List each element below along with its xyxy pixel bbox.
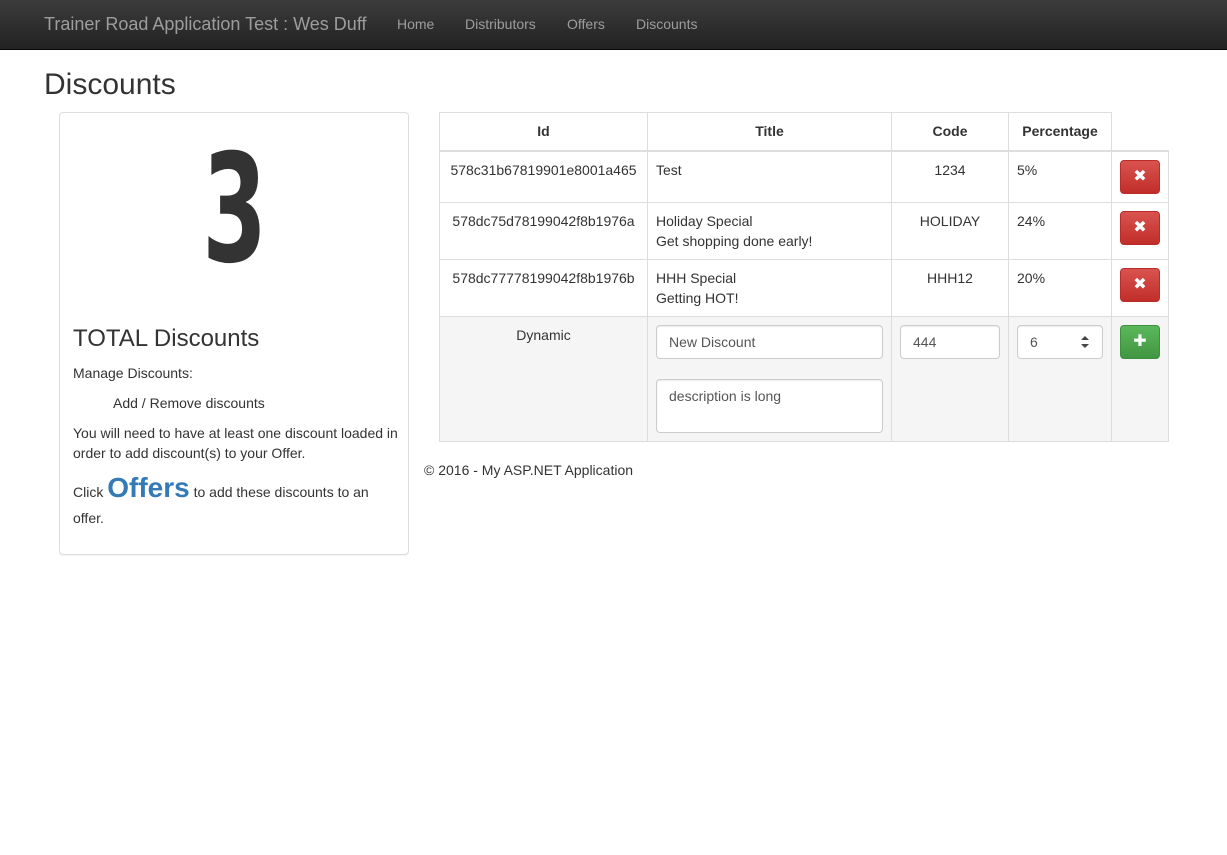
- nav-distributors[interactable]: Distributors: [465, 16, 536, 32]
- delete-button[interactable]: ✖: [1120, 159, 1160, 194]
- top-navbar: Trainer Road Application Test : Wes Duff…: [0, 0, 1227, 50]
- cell-title: Test: [647, 150, 892, 203]
- remove-icon: ✖: [1133, 167, 1147, 185]
- new-id-placeholder: Dynamic: [439, 315, 648, 442]
- new-discount-row: Dynamic New Discount description is long…: [439, 315, 1169, 442]
- cell-title: HHH Special Getting HOT!: [647, 258, 892, 317]
- cell-actions: ✖: [1111, 150, 1169, 203]
- nav-home[interactable]: Home: [397, 16, 434, 32]
- summary-note: You will need to have at least one disco…: [73, 425, 398, 461]
- percentage-value: 6: [1030, 333, 1038, 350]
- add-discount-button[interactable]: ✚: [1120, 324, 1160, 359]
- cell-percentage: 5%: [1008, 150, 1112, 203]
- cell-code: HOLIDAY: [891, 201, 1009, 260]
- add-remove-text: Add / Remove discounts: [113, 395, 265, 411]
- header-id: Id: [439, 112, 648, 152]
- cell-actions: ✖: [1111, 258, 1169, 317]
- discount-description: Get shopping done early!: [656, 232, 813, 249]
- new-code-cell: 444: [891, 315, 1009, 442]
- new-title-cell: New Discount description is long: [647, 315, 892, 442]
- plus-icon: ✚: [1133, 332, 1147, 350]
- percentage-input[interactable]: 6: [1017, 324, 1103, 359]
- summary-panel: 3 TOTAL Discounts Manage Discounts: Add …: [59, 112, 409, 555]
- discount-title: Holiday Special: [656, 212, 753, 229]
- header-actions: [1111, 112, 1169, 152]
- brand-link[interactable]: Trainer Road Application Test : Wes Duff: [44, 14, 367, 35]
- new-actions-cell: ✚: [1111, 315, 1169, 442]
- remove-icon: ✖: [1133, 275, 1147, 293]
- manage-label: Manage Discounts:: [73, 365, 193, 381]
- description-textarea[interactable]: description is long: [656, 378, 883, 433]
- discounts-table: Id Title Code Percentage 578c31b67819901…: [439, 112, 1169, 442]
- delete-button[interactable]: ✖: [1120, 267, 1160, 302]
- discount-count: 3: [202, 123, 267, 297]
- click-prefix: Click: [73, 484, 104, 500]
- header-percentage: Percentage: [1008, 112, 1112, 152]
- footer-text: © 2016 - My ASP.NET Application: [424, 462, 634, 478]
- table-header-row: Id Title Code Percentage: [439, 112, 1169, 152]
- cell-code: HHH12: [891, 258, 1009, 317]
- remove-icon: ✖: [1133, 218, 1147, 236]
- delete-button[interactable]: ✖: [1120, 210, 1160, 245]
- offers-instructions: Click Offers to add these discounts to a…: [73, 472, 398, 531]
- cell-title: Holiday Special Get shopping done early!: [647, 201, 892, 260]
- spinner-arrows-icon[interactable]: [1080, 335, 1090, 349]
- table-row: 578dc77778199042f8b1976b HHH Special Get…: [439, 258, 1169, 317]
- discount-title: Test: [656, 161, 682, 178]
- cell-id: 578dc75d78199042f8b1976a: [439, 201, 648, 260]
- cell-id: 578c31b67819901e8001a465: [439, 150, 648, 203]
- header-code: Code: [891, 112, 1009, 152]
- cell-id: 578dc77778199042f8b1976b: [439, 258, 648, 317]
- new-percentage-cell: 6: [1008, 315, 1112, 442]
- cell-code: 1234: [891, 150, 1009, 203]
- offers-link[interactable]: Offers: [107, 472, 189, 503]
- code-input[interactable]: 444: [900, 324, 1000, 359]
- cell-percentage: 20%: [1008, 258, 1112, 317]
- discount-title: HHH Special: [656, 269, 737, 286]
- cell-actions: ✖: [1111, 201, 1169, 260]
- nav-discounts[interactable]: Discounts: [636, 16, 697, 32]
- table-row: 578c31b67819901e8001a465 Test 1234 5% ✖: [439, 150, 1169, 203]
- summary-title: TOTAL Discounts: [73, 325, 260, 352]
- page-title: Discounts: [44, 68, 176, 101]
- nav-offers[interactable]: Offers: [567, 16, 605, 32]
- header-title: Title: [647, 112, 892, 152]
- cell-percentage: 24%: [1008, 201, 1112, 260]
- title-input[interactable]: New Discount: [656, 324, 883, 359]
- table-row: 578dc75d78199042f8b1976a Holiday Special…: [439, 201, 1169, 260]
- discount-description: Getting HOT!: [656, 289, 739, 306]
